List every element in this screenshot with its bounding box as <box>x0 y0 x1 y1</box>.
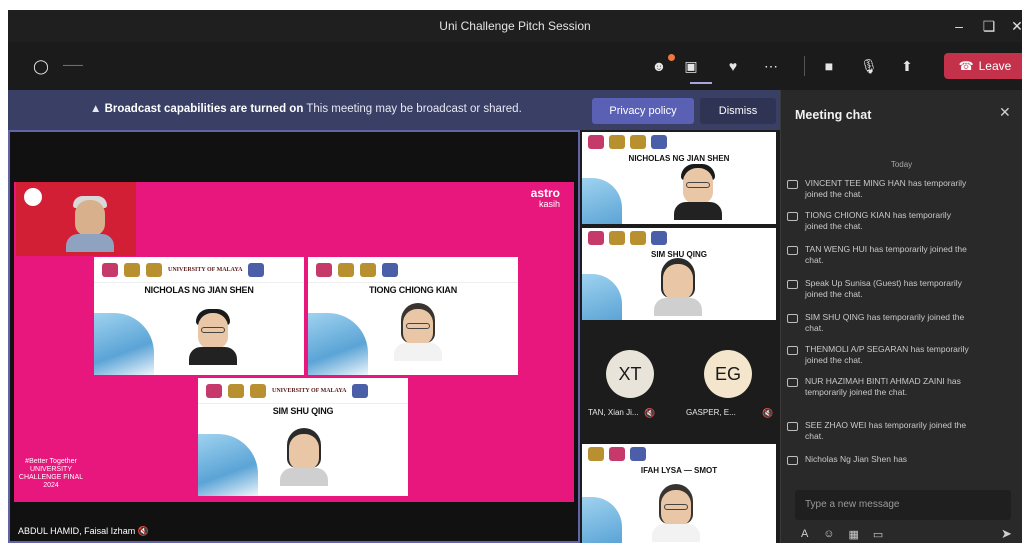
notification-dot <box>668 54 675 61</box>
thumb-name: NICHOLAS NG JIAN SHEN <box>628 154 730 163</box>
broadcast-banner: ▲ Broadcast capabilities are turned on T… <box>8 90 780 130</box>
astro-kasih-logo: astro kasih <box>530 186 560 209</box>
sticker-icon[interactable]: ▭ <box>873 528 883 541</box>
toolbar-divider <box>804 56 805 76</box>
presenter-name: ABDUL HAMID, Faisal Izham 🔇 <box>18 526 149 536</box>
join-icon <box>787 456 798 465</box>
join-icon <box>787 280 798 289</box>
shield-icon[interactable]: ◯ <box>30 56 52 76</box>
avatar: XT <box>606 350 654 398</box>
participant-name: NICHOLAS NG JIAN SHEN <box>144 285 254 295</box>
chat-message: TIONG CHIONG KIAN has temporarily joined… <box>787 210 975 232</box>
avatar-tile[interactable]: XT TAN, Xian Ji... 🔇 <box>582 338 678 438</box>
sponsor-logos <box>308 257 518 283</box>
sponsor-logos: UNIVERSITY OF MALAYA <box>94 257 304 283</box>
join-icon <box>787 346 798 355</box>
leave-button[interactable]: ☎ Leave <box>944 53 1022 79</box>
people-icon[interactable]: ☻ <box>648 56 670 76</box>
close-icon[interactable]: ✕ <box>999 104 1011 121</box>
join-icon <box>787 422 798 431</box>
participant-name: SIM SHU QING <box>272 406 334 416</box>
head-art <box>582 178 622 224</box>
emoji-icon[interactable]: ☺ <box>823 528 834 541</box>
sponsor-logos <box>582 228 776 248</box>
main-video-stage[interactable]: astro kasih UNIVERSITY OF MALAYA NICHOLA… <box>8 130 580 543</box>
participant-thumb[interactable]: NICHOLAS NG JIAN SHEN <box>582 132 776 224</box>
join-icon <box>787 378 798 387</box>
send-icon[interactable]: ➤ <box>1001 526 1012 542</box>
mic-icon[interactable]: 🎙 <box>858 56 880 76</box>
participant-gallery: NICHOLAS NG JIAN SHEN SIM SHU QING XT TA… <box>580 130 780 543</box>
slide-participant: TIONG CHIONG KIAN <box>308 257 518 375</box>
chat-icon[interactable]: ▣ <box>680 56 702 76</box>
chat-compose-actions: A ​ ☺ ▦ ▭ <box>801 528 883 541</box>
sponsor-logos <box>582 132 776 152</box>
teams-meeting-window: Uni Challenge Pitch Session – ❑ ✕ ◯ —— ☻… <box>0 0 1022 543</box>
dismiss-button[interactable]: Dismiss <box>700 98 776 124</box>
join-icon <box>787 314 798 323</box>
join-icon <box>787 180 798 189</box>
chat-message: Speak Up Sunisa (Guest) has temporarily … <box>787 278 975 300</box>
close-icon[interactable]: ✕ <box>1006 16 1022 36</box>
camera-icon[interactable]: ■ <box>818 56 840 76</box>
reactions-icon[interactable]: ♥ <box>722 56 744 76</box>
broadcast-feed: astro kasih UNIVERSITY OF MALAYA NICHOLA… <box>14 182 574 502</box>
chat-message: SIM SHU QING has temporarily joined the … <box>787 312 975 334</box>
slide-participant: UNIVERSITY OF MALAYA SIM SHU QING <box>198 378 408 496</box>
gif-icon[interactable]: ▦ <box>849 528 859 541</box>
avatar: EG <box>704 350 752 398</box>
participant-thumb[interactable]: IFAH LYSA — SMOT <box>582 444 776 543</box>
sponsor-logos <box>582 444 776 464</box>
head-art <box>94 313 154 375</box>
banner-text: This meeting may be broadcast or shared. <box>306 103 522 115</box>
more-icon[interactable]: ⋯ <box>760 56 782 76</box>
head-art <box>198 434 258 496</box>
format-icon[interactable]: A ​ <box>801 528 809 541</box>
phone-icon: ☎ <box>958 59 974 73</box>
head-art <box>582 274 622 320</box>
meeting-timer: —— <box>63 60 83 71</box>
meeting-toolbar: ◯ —— ☻ ▣ ♥ ⋯ ■ 🎙 ⬆ ☎ Leave <box>8 42 1022 90</box>
avatar-tile[interactable]: EG GASPER, E... 🔇 <box>680 338 776 438</box>
mic-off-icon: 🔇 <box>644 408 656 418</box>
sponsor-logos: UNIVERSITY OF MALAYA <box>198 378 408 404</box>
privacy-policy-button[interactable]: Privacy policy <box>592 98 694 124</box>
chat-title: Meeting chat <box>795 108 872 122</box>
participant-name: TIONG CHIONG KIAN <box>368 285 458 295</box>
leave-label: Leave <box>978 59 1012 73</box>
chat-message: NUR HAZIMAH BINTI AHMAD ZAINI has tempor… <box>787 376 975 398</box>
chat-message: THENMOLI A/P SEGARAN has temporarily joi… <box>787 344 975 366</box>
chat-date-divider: Today <box>890 160 913 169</box>
maximize-icon[interactable]: ❑ <box>978 16 1000 36</box>
avatar-name: GASPER, E... <box>686 408 736 417</box>
share-icon[interactable]: ⬆ <box>896 56 918 76</box>
warning-icon: ▲ <box>90 103 102 115</box>
head-art <box>582 497 622 543</box>
minimize-icon[interactable]: – <box>948 16 970 36</box>
window-title: Uni Challenge Pitch Session <box>439 19 591 33</box>
mic-off-icon: 🔇 <box>762 408 774 418</box>
avatar-name: TAN, Xian Ji... <box>588 408 639 417</box>
meeting-chat-panel: Meeting chat ✕ Today VINCENT TEE MING HA… <box>780 90 1022 543</box>
host-video-tile <box>16 182 136 256</box>
chat-message-input[interactable]: Type a new message <box>795 490 1011 520</box>
thumb-name: IFAH LYSA — SMOT <box>640 466 718 475</box>
join-icon <box>787 246 798 255</box>
chat-message: SEE ZHAO WEI has temporarily joined the … <box>787 420 975 442</box>
participant-thumb[interactable]: SIM SHU QING <box>582 228 776 320</box>
chat-message: Nicholas Ng Jian Shen has <box>787 454 975 465</box>
chat-message: VINCENT TEE MING HAN has temporarily joi… <box>787 178 975 200</box>
chat-active-indicator <box>690 82 712 84</box>
banner-bold: Broadcast capabilities are turned on <box>104 103 304 115</box>
join-icon <box>787 212 798 221</box>
head-art <box>308 313 368 375</box>
title-bar: Uni Challenge Pitch Session – ❑ ✕ <box>8 10 1022 42</box>
astro-mini-logo <box>24 188 42 206</box>
slide-participant: UNIVERSITY OF MALAYA NICHOLAS NG JIAN SH… <box>94 257 304 375</box>
event-caption: #Better Together UNIVERSITY CHALLENGE FI… <box>18 458 84 489</box>
chat-message: TAN WENG HUI has temporarily joined the … <box>787 244 975 266</box>
banner-message: ▲ Broadcast capabilities are turned on T… <box>90 103 522 115</box>
mic-off-icon: 🔇 <box>137 526 149 536</box>
